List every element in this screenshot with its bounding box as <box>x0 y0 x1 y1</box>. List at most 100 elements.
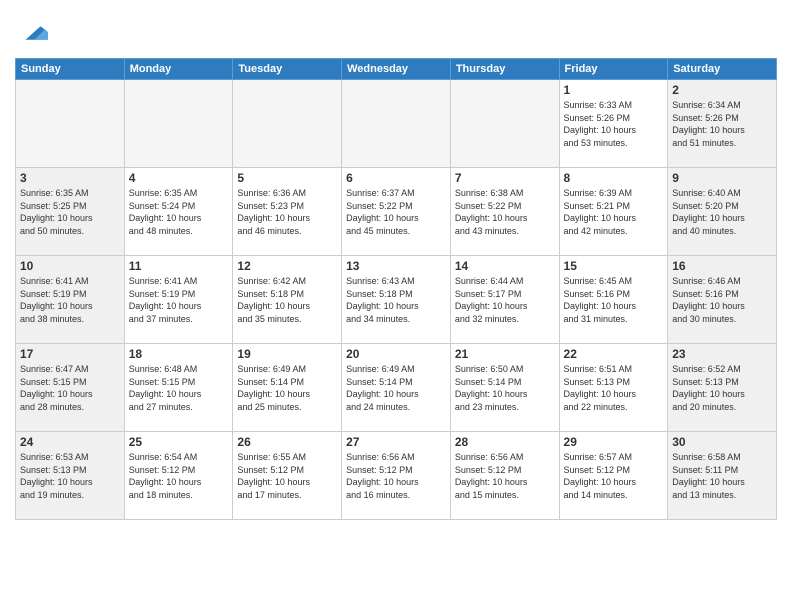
calendar-cell: 15 Sunrise: 6:45 AM Sunset: 5:16 PM Dayli… <box>559 256 668 344</box>
day-number: 15 <box>564 259 664 273</box>
weekday-header-row: SundayMondayTuesdayWednesdayThursdayFrid… <box>16 59 777 80</box>
calendar-cell: 26 Sunrise: 6:55 AM Sunset: 5:12 PM Dayli… <box>233 432 342 520</box>
calendar-cell <box>124 80 233 168</box>
calendar-cell: 24 Sunrise: 6:53 AM Sunset: 5:13 PM Dayli… <box>16 432 125 520</box>
day-number: 6 <box>346 171 446 185</box>
day-number: 14 <box>455 259 555 273</box>
weekday-header-sunday: Sunday <box>16 59 125 80</box>
calendar-cell <box>342 80 451 168</box>
header <box>15 10 777 50</box>
calendar-cell <box>233 80 342 168</box>
calendar-cell: 8 Sunrise: 6:39 AM Sunset: 5:21 PM Daylig… <box>559 168 668 256</box>
calendar-cell: 6 Sunrise: 6:37 AM Sunset: 5:22 PM Daylig… <box>342 168 451 256</box>
day-info: Sunrise: 6:41 AM Sunset: 5:19 PM Dayligh… <box>129 275 229 325</box>
calendar-table: SundayMondayTuesdayWednesdayThursdayFrid… <box>15 58 777 520</box>
weekday-header-monday: Monday <box>124 59 233 80</box>
day-number: 11 <box>129 259 229 273</box>
calendar-cell: 12Sunrise: 6:42 AM Sunset: 5:18 PM Dayli… <box>233 256 342 344</box>
calendar-cell: 20 Sunrise: 6:49 AM Sunset: 5:14 PM Dayli… <box>342 344 451 432</box>
day-number: 29 <box>564 435 664 449</box>
calendar-cell: 25 Sunrise: 6:54 AM Sunset: 5:12 PM Dayli… <box>124 432 233 520</box>
day-info: Sunrise: 6:39 AM Sunset: 5:21 PM Dayligh… <box>564 187 664 237</box>
day-number: 9 <box>672 171 772 185</box>
calendar-cell: 18 Sunrise: 6:48 AM Sunset: 5:15 PM Dayli… <box>124 344 233 432</box>
day-number: 4 <box>129 171 229 185</box>
day-number: 1 <box>564 83 664 97</box>
day-number: 7 <box>455 171 555 185</box>
calendar-cell: 1Sunrise: 6:33 AM Sunset: 5:26 PM Daylig… <box>559 80 668 168</box>
day-info: Sunrise: 6:49 AM Sunset: 5:14 PM Dayligh… <box>237 363 337 413</box>
day-number: 13 <box>346 259 446 273</box>
day-number: 22 <box>564 347 664 361</box>
day-number: 2 <box>672 83 772 97</box>
calendar-cell: 30 Sunrise: 6:58 AM Sunset: 5:11 PM Dayli… <box>668 432 777 520</box>
day-number: 8 <box>564 171 664 185</box>
calendar-cell: 11 Sunrise: 6:41 AM Sunset: 5:19 PM Dayli… <box>124 256 233 344</box>
day-number: 19 <box>237 347 337 361</box>
calendar-cell: 7 Sunrise: 6:38 AM Sunset: 5:22 PM Daylig… <box>450 168 559 256</box>
day-info: Sunrise: 6:42 AM Sunset: 5:18 PM Dayligh… <box>237 275 337 325</box>
day-number: 24 <box>20 435 120 449</box>
day-info: Sunrise: 6:48 AM Sunset: 5:15 PM Dayligh… <box>129 363 229 413</box>
calendar-cell: 23 Sunrise: 6:52 AM Sunset: 5:13 PM Dayli… <box>668 344 777 432</box>
page: SundayMondayTuesdayWednesdayThursdayFrid… <box>0 0 792 612</box>
day-number: 18 <box>129 347 229 361</box>
day-info: Sunrise: 6:34 AM Sunset: 5:26 PM Dayligh… <box>672 99 772 149</box>
day-info: Sunrise: 6:35 AM Sunset: 5:24 PM Dayligh… <box>129 187 229 237</box>
calendar-cell: 2 Sunrise: 6:34 AM Sunset: 5:26 PM Daylig… <box>668 80 777 168</box>
calendar-cell: 10Sunrise: 6:41 AM Sunset: 5:19 PM Dayli… <box>16 256 125 344</box>
day-info: Sunrise: 6:50 AM Sunset: 5:14 PM Dayligh… <box>455 363 555 413</box>
calendar-week-2: 3Sunrise: 6:35 AM Sunset: 5:25 PM Daylig… <box>16 168 777 256</box>
day-info: Sunrise: 6:55 AM Sunset: 5:12 PM Dayligh… <box>237 451 337 501</box>
day-info: Sunrise: 6:44 AM Sunset: 5:17 PM Dayligh… <box>455 275 555 325</box>
day-info: Sunrise: 6:53 AM Sunset: 5:13 PM Dayligh… <box>20 451 120 501</box>
day-number: 21 <box>455 347 555 361</box>
calendar-cell: 19 Sunrise: 6:49 AM Sunset: 5:14 PM Dayli… <box>233 344 342 432</box>
day-info: Sunrise: 6:36 AM Sunset: 5:23 PM Dayligh… <box>237 187 337 237</box>
calendar-cell: 28 Sunrise: 6:56 AM Sunset: 5:12 PM Dayli… <box>450 432 559 520</box>
day-number: 5 <box>237 171 337 185</box>
calendar-week-1: 1Sunrise: 6:33 AM Sunset: 5:26 PM Daylig… <box>16 80 777 168</box>
weekday-header-wednesday: Wednesday <box>342 59 451 80</box>
calendar-cell: 3Sunrise: 6:35 AM Sunset: 5:25 PM Daylig… <box>16 168 125 256</box>
calendar-cell: 17 Sunrise: 6:47 AM Sunset: 5:15 PM Dayli… <box>16 344 125 432</box>
day-info: Sunrise: 6:57 AM Sunset: 5:12 PM Dayligh… <box>564 451 664 501</box>
calendar-cell: 27Sunrise: 6:56 AM Sunset: 5:12 PM Dayli… <box>342 432 451 520</box>
calendar-cell: 13 Sunrise: 6:43 AM Sunset: 5:18 PM Dayli… <box>342 256 451 344</box>
calendar-week-4: 17 Sunrise: 6:47 AM Sunset: 5:15 PM Dayli… <box>16 344 777 432</box>
day-number: 17 <box>20 347 120 361</box>
day-number: 25 <box>129 435 229 449</box>
calendar-week-3: 10 Sunrise: 6:41 AM Sunset: 5:19 PM Dayli… <box>16 256 777 344</box>
day-info: Sunrise: 6:37 AM Sunset: 5:22 PM Dayligh… <box>346 187 446 237</box>
day-info: Sunrise: 6:52 AM Sunset: 5:13 PM Dayligh… <box>672 363 772 413</box>
calendar-cell: 4 Sunrise: 6:35 AM Sunset: 5:24 PM Daylig… <box>124 168 233 256</box>
day-info: Sunrise: 6:49 AM Sunset: 5:14 PM Dayligh… <box>346 363 446 413</box>
day-number: 23 <box>672 347 772 361</box>
day-number: 26 <box>237 435 337 449</box>
day-info: Sunrise: 6:40 AM Sunset: 5:20 PM Dayligh… <box>672 187 772 237</box>
logo <box>15 15 48 50</box>
day-info: Sunrise: 6:45 AM Sunset: 5:16 PM Dayligh… <box>564 275 664 325</box>
calendar-cell: 29 Sunrise: 6:57 AM Sunset: 5:12 PM Dayli… <box>559 432 668 520</box>
day-info: Sunrise: 6:38 AM Sunset: 5:22 PM Dayligh… <box>455 187 555 237</box>
logo-icon <box>18 15 48 45</box>
day-number: 20 <box>346 347 446 361</box>
day-number: 30 <box>672 435 772 449</box>
weekday-header-saturday: Saturday <box>668 59 777 80</box>
day-number: 10 <box>20 259 120 273</box>
weekday-header-thursday: Thursday <box>450 59 559 80</box>
day-info: Sunrise: 6:54 AM Sunset: 5:12 PM Dayligh… <box>129 451 229 501</box>
weekday-header-tuesday: Tuesday <box>233 59 342 80</box>
day-info: Sunrise: 6:51 AM Sunset: 5:13 PM Dayligh… <box>564 363 664 413</box>
weekday-header-friday: Friday <box>559 59 668 80</box>
day-info: Sunrise: 6:56 AM Sunset: 5:12 PM Dayligh… <box>346 451 446 501</box>
day-info: Sunrise: 6:43 AM Sunset: 5:18 PM Dayligh… <box>346 275 446 325</box>
day-number: 28 <box>455 435 555 449</box>
day-info: Sunrise: 6:56 AM Sunset: 5:12 PM Dayligh… <box>455 451 555 501</box>
calendar-cell: 5 Sunrise: 6:36 AM Sunset: 5:23 PM Daylig… <box>233 168 342 256</box>
day-info: Sunrise: 6:35 AM Sunset: 5:25 PM Dayligh… <box>20 187 120 237</box>
day-info: Sunrise: 6:58 AM Sunset: 5:11 PM Dayligh… <box>672 451 772 501</box>
calendar-cell: 9 Sunrise: 6:40 AM Sunset: 5:20 PM Daylig… <box>668 168 777 256</box>
day-number: 16 <box>672 259 772 273</box>
day-info: Sunrise: 6:47 AM Sunset: 5:15 PM Dayligh… <box>20 363 120 413</box>
